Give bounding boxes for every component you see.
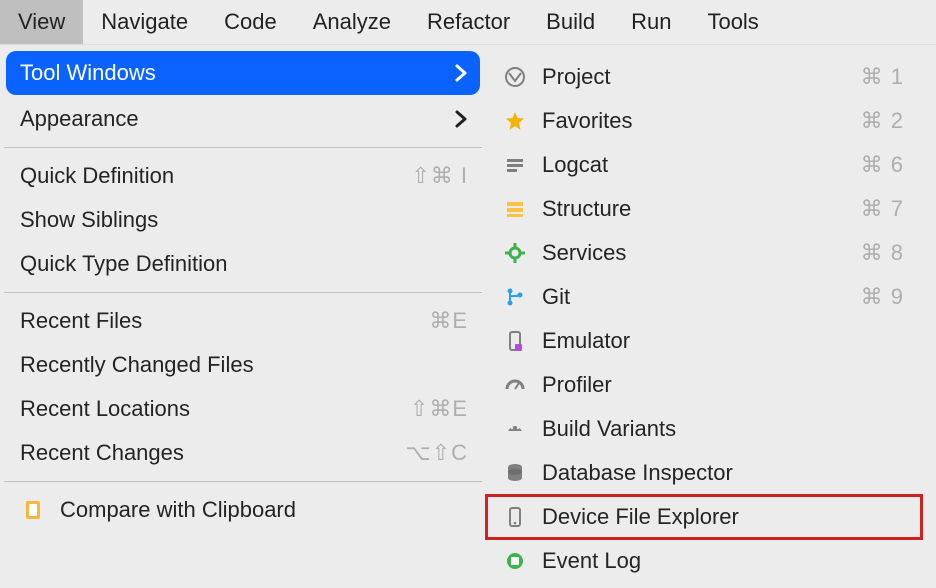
- menubar-label: Navigate: [101, 9, 188, 35]
- menu-item-quick-definition[interactable]: Quick Definition ⇧⌘ I: [0, 154, 486, 198]
- menubar-item-build[interactable]: Build: [528, 0, 613, 44]
- profiler-gauge-icon: [502, 372, 528, 398]
- menu-separator: [4, 292, 482, 293]
- menu-item-appearance[interactable]: Appearance: [0, 97, 486, 141]
- menu-item-shortcut: ⌘ 7: [861, 196, 904, 222]
- menu-item-label: Recent Locations: [20, 396, 410, 422]
- chevron-right-icon: [454, 110, 468, 128]
- menu-item-label: Services: [542, 240, 861, 266]
- chevron-right-icon: [454, 64, 468, 82]
- device-icon: [502, 504, 528, 530]
- structure-icon: [502, 196, 528, 222]
- menubar-item-refactor[interactable]: Refactor: [409, 0, 528, 44]
- menubar-label: Refactor: [427, 9, 510, 35]
- menu-item-shortcut: ⌘ 1: [861, 64, 904, 90]
- menu-item-git[interactable]: Git ⌘ 9: [486, 275, 922, 319]
- menubar-label: Code: [224, 9, 277, 35]
- menu-item-emulator[interactable]: Emulator: [486, 319, 922, 363]
- menu-item-label: Build Variants: [542, 416, 904, 442]
- database-icon: [502, 460, 528, 486]
- menu-item-shortcut: ⌘ 8: [861, 240, 904, 266]
- menu-item-label: Tool Windows: [20, 60, 446, 86]
- menu-item-profiler[interactable]: Profiler: [486, 363, 922, 407]
- menu-item-label: Event Log: [542, 548, 904, 574]
- app-menubar: View Navigate Code Analyze Refactor Buil…: [0, 0, 936, 45]
- menu-item-label: Recent Files: [20, 308, 429, 334]
- menu-separator: [4, 147, 482, 148]
- menubar-item-view[interactable]: View: [0, 0, 83, 44]
- menu-item-label: Project: [542, 64, 861, 90]
- menu-item-shortcut: ⌘ 2: [861, 108, 904, 134]
- menu-item-compare-with-clipboard[interactable]: Compare with Clipboard: [0, 488, 486, 532]
- menu-item-shortcut: ⌘ 6: [861, 152, 904, 178]
- menu-item-recent-changes[interactable]: Recent Changes ⌥⇧C: [0, 431, 486, 475]
- menu-item-services[interactable]: Services ⌘ 8: [486, 231, 922, 275]
- menu-item-project[interactable]: Project ⌘ 1: [486, 55, 922, 99]
- menu-item-label: Profiler: [542, 372, 904, 398]
- menu-item-label: Favorites: [542, 108, 861, 134]
- menu-item-recently-changed-files[interactable]: Recently Changed Files: [0, 343, 486, 387]
- menu-item-build-variants[interactable]: Build Variants: [486, 407, 922, 451]
- android-icon: [502, 416, 528, 442]
- menu-item-recent-locations[interactable]: Recent Locations ⇧⌘E: [0, 387, 486, 431]
- view-menu-dropdown: Tool Windows Appearance Quick Definition…: [0, 45, 486, 588]
- menubar-item-navigate[interactable]: Navigate: [83, 0, 206, 44]
- menu-item-label: Compare with Clipboard: [60, 497, 468, 523]
- tool-windows-submenu: Project ⌘ 1 Favorites ⌘ 2 Logcat ⌘ 6 Str…: [486, 45, 922, 588]
- menubar-item-analyze[interactable]: Analyze: [295, 0, 409, 44]
- event-log-icon: [502, 548, 528, 574]
- star-icon: [502, 108, 528, 134]
- menu-item-label: Git: [542, 284, 861, 310]
- menu-item-shortcut: ⌥⇧C: [405, 440, 468, 466]
- menu-item-show-siblings[interactable]: Show Siblings: [0, 198, 486, 242]
- menu-item-label: Device File Explorer: [542, 504, 904, 530]
- menubar-item-code[interactable]: Code: [206, 0, 295, 44]
- menu-item-logcat[interactable]: Logcat ⌘ 6: [486, 143, 922, 187]
- menubar-item-run[interactable]: Run: [613, 0, 689, 44]
- menu-item-label: Appearance: [20, 106, 446, 132]
- menu-item-database-inspector[interactable]: Database Inspector: [486, 451, 922, 495]
- menu-item-label: Recently Changed Files: [20, 352, 468, 378]
- menubar-item-tools[interactable]: Tools: [689, 0, 776, 44]
- gear-icon: [502, 240, 528, 266]
- menu-item-shortcut: ⇧⌘E: [410, 396, 468, 422]
- emulator-icon: [502, 328, 528, 354]
- menu-item-label: Quick Type Definition: [20, 251, 468, 277]
- menubar-label: View: [18, 9, 65, 35]
- menu-item-event-log[interactable]: Event Log: [486, 539, 922, 583]
- menubar-label: Analyze: [313, 9, 391, 35]
- menubar-label: Tools: [707, 9, 758, 35]
- menu-item-structure[interactable]: Structure ⌘ 7: [486, 187, 922, 231]
- menu-item-label: Show Siblings: [20, 207, 468, 233]
- menu-item-quick-type-definition[interactable]: Quick Type Definition: [0, 242, 486, 286]
- menu-item-shortcut: ⇧⌘ I: [411, 163, 468, 189]
- menubar-label: Build: [546, 9, 595, 35]
- logcat-icon: [502, 152, 528, 178]
- menu-item-label: Logcat: [542, 152, 861, 178]
- menubar-label: Run: [631, 9, 671, 35]
- menu-item-shortcut: ⌘ 9: [861, 284, 904, 310]
- menu-item-device-file-explorer[interactable]: Device File Explorer: [486, 495, 922, 539]
- menu-item-label: Structure: [542, 196, 861, 222]
- menu-item-recent-files[interactable]: Recent Files ⌘E: [0, 299, 486, 343]
- menu-separator: [4, 481, 482, 482]
- menu-item-label: Database Inspector: [542, 460, 904, 486]
- menu-item-shortcut: ⌘E: [429, 308, 468, 334]
- clipboard-compare-icon: [20, 497, 46, 523]
- menu-item-label: Recent Changes: [20, 440, 405, 466]
- project-icon: [502, 64, 528, 90]
- git-branch-icon: [502, 284, 528, 310]
- menu-item-favorites[interactable]: Favorites ⌘ 2: [486, 99, 922, 143]
- menu-item-label: Emulator: [542, 328, 904, 354]
- menu-item-label: Quick Definition: [20, 163, 411, 189]
- menu-item-tool-windows[interactable]: Tool Windows: [6, 51, 480, 95]
